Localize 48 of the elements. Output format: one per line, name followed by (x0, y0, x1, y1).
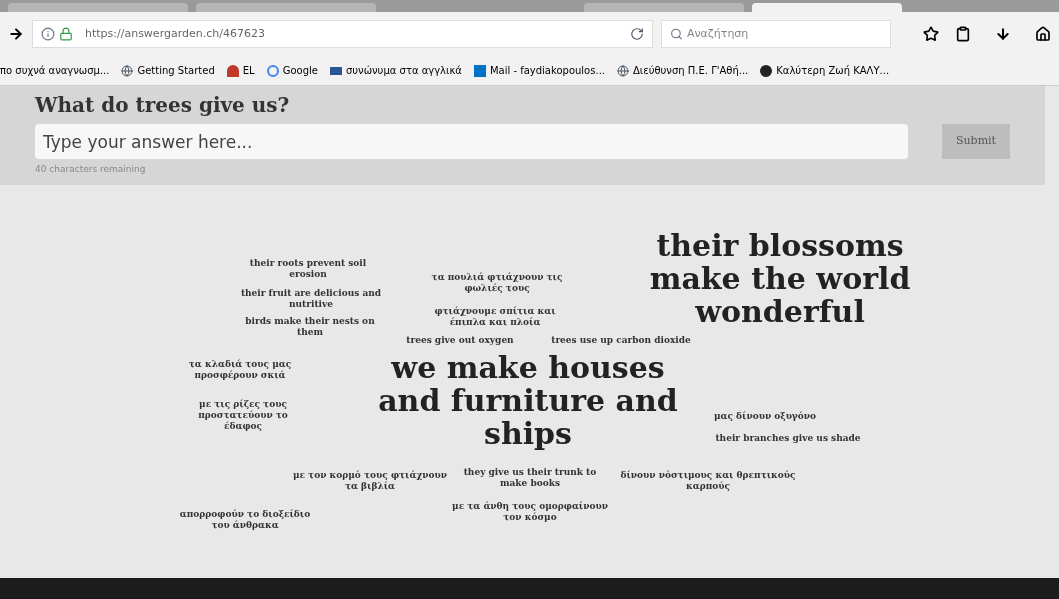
home-icon[interactable] (1035, 26, 1051, 42)
characters-remaining: 40 characters remaining (35, 163, 147, 176)
answer-word: με τον κορμό τους φτιάχνουν τα βιβλία (291, 469, 449, 492)
answer-field[interactable]: Type your answer here... (35, 124, 908, 159)
answer-word: their fruit are delicious and nutritive (239, 287, 383, 310)
question-title: What do trees give us? (35, 92, 291, 119)
lock-icon (59, 27, 73, 41)
bookmark-link[interactable]: πο συχνά αναγνωσμ... (0, 63, 110, 78)
globe-icon (617, 64, 629, 77)
answer-word: φτιάχνουμε σπίτια και έπιπλα και πλοία (433, 305, 557, 328)
bookmark-link[interactable]: Διεύθυνση Π.Ε. Γ'Αθή... (633, 63, 749, 78)
star-icon[interactable] (923, 26, 939, 42)
answer-word: απορροφούν το διοξείδιο του άνθρακα (178, 508, 312, 531)
answer-word: birds make their nests on them (244, 315, 376, 338)
reload-icon[interactable] (630, 27, 644, 41)
answer-word: δίνουν νόστιμους και θρεπτικούς καρπούς (619, 469, 797, 492)
globe-icon (121, 64, 134, 77)
search-input[interactable]: Αναζήτηση (686, 25, 882, 43)
answer-word: their branches give us shade (715, 432, 861, 444)
answer-word: trees give out oxygen (406, 334, 514, 346)
info-icon[interactable] (41, 27, 55, 41)
bookmark-link[interactable]: EL (242, 63, 255, 78)
download-icon[interactable] (995, 26, 1011, 42)
clipboard-icon[interactable] (955, 26, 971, 42)
url-text: https://answergarden.ch/467623 (85, 25, 266, 42)
bookmark-link[interactable]: Καλύτερη Ζωή ΚΑΛΥ... (776, 63, 890, 78)
answer-word: we make houses and furniture and ships (377, 350, 679, 450)
bookmark-link[interactable]: Getting Started (137, 63, 215, 78)
address-bar[interactable]: https://answergarden.ch/467623 (32, 20, 653, 48)
answer-word: their blossoms make the world wonderful (648, 228, 912, 328)
bookmark-link[interactable]: συνώνυμα στα αγγλικά (345, 63, 462, 78)
answer-word: they give us their trunk to make books (462, 466, 598, 489)
answer-word: τα πουλιά φτιάχνουν τις φωλιές τους (430, 271, 564, 294)
answer-word: their roots prevent soil erosion (248, 257, 368, 280)
answer-word: με τα άνθη τους ομορφαίνουν τον κόσμο (451, 500, 609, 523)
submit-button[interactable]: Submit (942, 124, 1010, 159)
google-icon (266, 64, 279, 77)
bookmark-link[interactable]: Mail - faydiakopoulos... (489, 63, 605, 78)
bookmark-link[interactable]: Google (282, 63, 318, 78)
answer-word: με τις ρίζες τους προστατεύουν το έδαφος (197, 398, 289, 432)
forward-icon[interactable] (8, 26, 24, 42)
answer-word: trees use up carbon dioxide (551, 334, 691, 346)
search-icon (670, 27, 683, 41)
search-field[interactable]: Αναζήτηση (661, 20, 891, 48)
bookmark-logo-icon (329, 66, 342, 75)
mail-icon (473, 64, 486, 77)
answer-word: τα κλαδιά τους μας προσφέρουν σκιά (187, 358, 293, 381)
answer-word: μας δίνουν οξυγόνο (713, 410, 817, 422)
